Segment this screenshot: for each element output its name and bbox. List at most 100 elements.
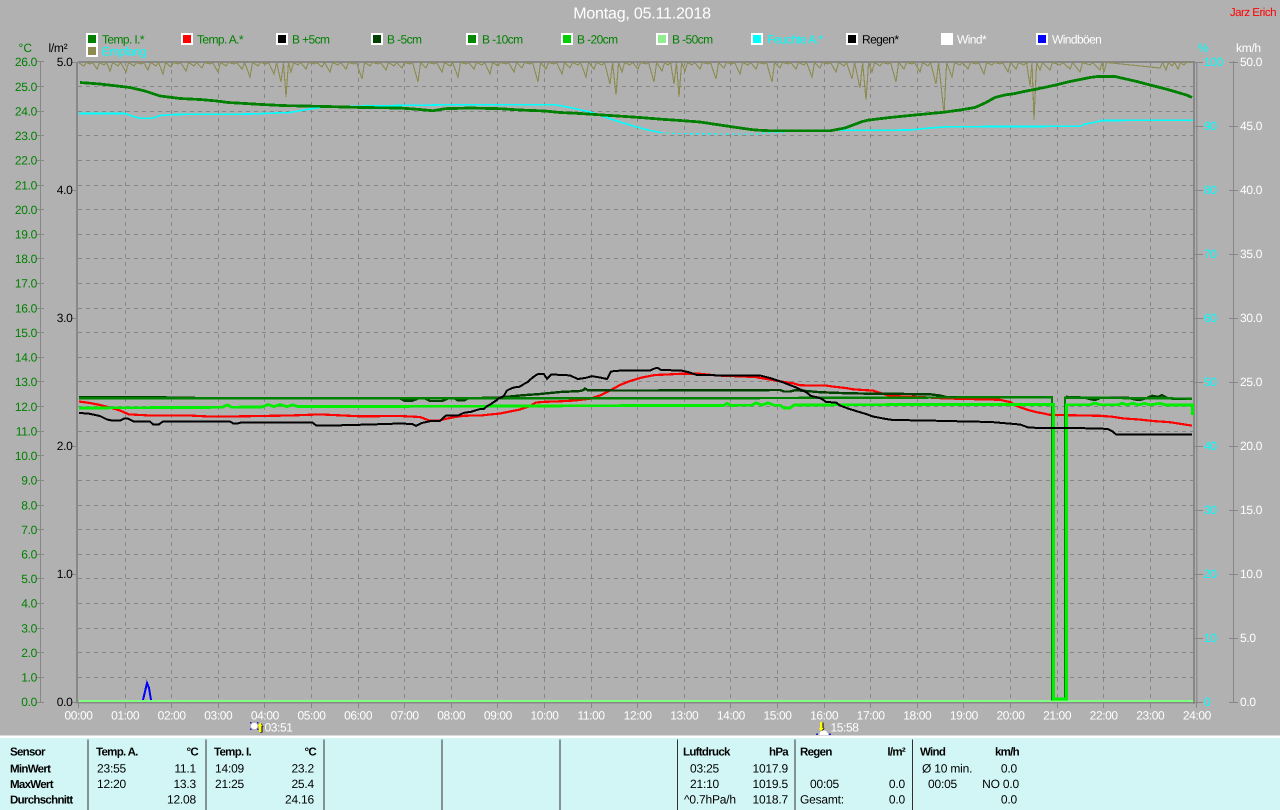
svg-text:25.0: 25.0: [1240, 375, 1263, 389]
svg-text:15.0: 15.0: [1240, 503, 1263, 517]
svg-text:23:00: 23:00: [1136, 709, 1165, 723]
svg-text:17:00: 17:00: [857, 709, 886, 723]
svg-text:05:00: 05:00: [297, 709, 326, 723]
svg-text:Temp. A.*: Temp. A.*: [197, 33, 244, 47]
svg-text:0.0: 0.0: [889, 777, 906, 791]
svg-text:12.0: 12.0: [15, 400, 38, 414]
svg-text:0.0: 0.0: [1001, 793, 1018, 807]
svg-text:24:00: 24:00: [1183, 709, 1212, 723]
svg-text:13.0: 13.0: [15, 375, 38, 389]
svg-text:21:10: 21:10: [690, 777, 720, 791]
svg-text:00:05: 00:05: [810, 777, 840, 791]
svg-text:Temp. A.: Temp. A.: [96, 747, 138, 759]
svg-text:25.0: 25.0: [15, 80, 38, 94]
svg-text:90: 90: [1204, 119, 1217, 133]
svg-text:MinWert: MinWert: [10, 764, 51, 776]
svg-text:Durchschnitt: Durchschnitt: [10, 795, 73, 807]
svg-text:22:00: 22:00: [1090, 709, 1119, 723]
svg-text:00:00: 00:00: [64, 709, 93, 723]
svg-text:10: 10: [1204, 631, 1217, 645]
svg-text:5.0: 5.0: [21, 572, 37, 586]
svg-text:1019.5: 1019.5: [752, 777, 788, 791]
svg-text:0: 0: [1204, 695, 1211, 709]
svg-text:12:00: 12:00: [624, 709, 653, 723]
svg-text:Sensor: Sensor: [10, 747, 46, 759]
svg-text:10:00: 10:00: [530, 709, 559, 723]
svg-text:%: %: [1198, 41, 1209, 55]
svg-text:40: 40: [1204, 439, 1217, 453]
svg-text:70: 70: [1204, 247, 1217, 261]
svg-text:01:00: 01:00: [111, 709, 140, 723]
svg-text:11:00: 11:00: [578, 709, 606, 723]
svg-text:14:00: 14:00: [717, 709, 746, 723]
svg-text:14.0: 14.0: [15, 351, 38, 365]
svg-text:15:00: 15:00: [763, 709, 792, 723]
svg-text:°C: °C: [304, 747, 316, 759]
svg-text:Ø 10 min.: Ø 10 min.: [922, 762, 972, 776]
svg-text:25.4: 25.4: [291, 777, 314, 791]
svg-text:03:51: 03:51: [265, 721, 294, 735]
svg-text:21.0: 21.0: [15, 178, 38, 192]
svg-text:^0.7hPa/h: ^0.7hPa/h: [684, 793, 736, 807]
svg-text:0.0: 0.0: [57, 695, 73, 709]
svg-text:4.0: 4.0: [21, 597, 37, 611]
svg-text:1.0: 1.0: [57, 567, 73, 581]
svg-text:18:00: 18:00: [903, 709, 932, 723]
svg-text:5.0: 5.0: [1240, 631, 1256, 645]
svg-text:12.08: 12.08: [167, 793, 197, 807]
svg-text:Regen*: Regen*: [862, 33, 899, 47]
svg-text:23.2: 23.2: [291, 762, 314, 776]
svg-text:Wind: Wind: [920, 747, 946, 759]
svg-text:50.0: 50.0: [1240, 55, 1263, 69]
svg-text:45.0: 45.0: [1240, 119, 1263, 133]
svg-text:19.0: 19.0: [15, 228, 38, 242]
svg-text:20.0: 20.0: [15, 203, 38, 217]
svg-text:09:00: 09:00: [484, 709, 513, 723]
svg-text:50: 50: [1204, 375, 1217, 389]
svg-text:°C: °C: [186, 747, 198, 759]
svg-text:5.0: 5.0: [57, 55, 73, 69]
svg-text:10.0: 10.0: [15, 449, 38, 463]
svg-text:hPa: hPa: [769, 747, 789, 759]
svg-text:km/h: km/h: [995, 747, 1020, 759]
svg-text:03:25: 03:25: [690, 762, 720, 776]
svg-text:20:00: 20:00: [996, 709, 1025, 723]
svg-text:17.0: 17.0: [15, 277, 38, 291]
svg-text:0.0: 0.0: [1240, 695, 1256, 709]
svg-text:24.16: 24.16: [285, 793, 315, 807]
svg-text:Windböen: Windböen: [1052, 33, 1101, 47]
svg-text:12:20: 12:20: [97, 777, 127, 791]
svg-text:3.0: 3.0: [57, 311, 73, 325]
svg-text:4.0: 4.0: [57, 183, 73, 197]
svg-text:15:58: 15:58: [831, 721, 860, 735]
svg-text:Wind*: Wind*: [957, 33, 987, 47]
svg-text:0.0: 0.0: [21, 695, 37, 709]
svg-text:0.0: 0.0: [1001, 762, 1018, 776]
svg-text:°C: °C: [19, 41, 33, 55]
svg-text:Temp. I.: Temp. I.: [214, 747, 252, 759]
svg-text:06:00: 06:00: [344, 709, 373, 723]
svg-text:Luftdruck: Luftdruck: [683, 747, 731, 759]
svg-text:35.0: 35.0: [1240, 247, 1263, 261]
svg-text:60: 60: [1204, 311, 1217, 325]
svg-text:1017.9: 1017.9: [752, 762, 788, 776]
svg-text:15.0: 15.0: [15, 326, 38, 340]
svg-text:19:00: 19:00: [950, 709, 979, 723]
svg-text:Montag, 05.11.2018: Montag, 05.11.2018: [573, 6, 711, 23]
svg-text:Feuchte A.*: Feuchte A.*: [767, 33, 823, 47]
svg-text:23:55: 23:55: [97, 762, 127, 776]
svg-text:2.0: 2.0: [21, 646, 37, 660]
svg-text:26.0: 26.0: [15, 55, 38, 69]
svg-text:B -50cm: B -50cm: [672, 33, 713, 47]
svg-text:22.0: 22.0: [15, 154, 38, 168]
svg-text:21:25: 21:25: [215, 777, 245, 791]
svg-text:30: 30: [1204, 503, 1217, 517]
svg-text:40.0: 40.0: [1240, 183, 1263, 197]
svg-text:1.0: 1.0: [21, 671, 37, 685]
svg-text:Regen: Regen: [800, 747, 832, 759]
svg-text:20.0: 20.0: [1240, 439, 1263, 453]
svg-text:B +5cm: B +5cm: [292, 33, 330, 47]
svg-text:Empfang: Empfang: [102, 45, 146, 59]
svg-text:80: 80: [1204, 183, 1217, 197]
svg-text:B -10cm: B -10cm: [482, 33, 523, 47]
